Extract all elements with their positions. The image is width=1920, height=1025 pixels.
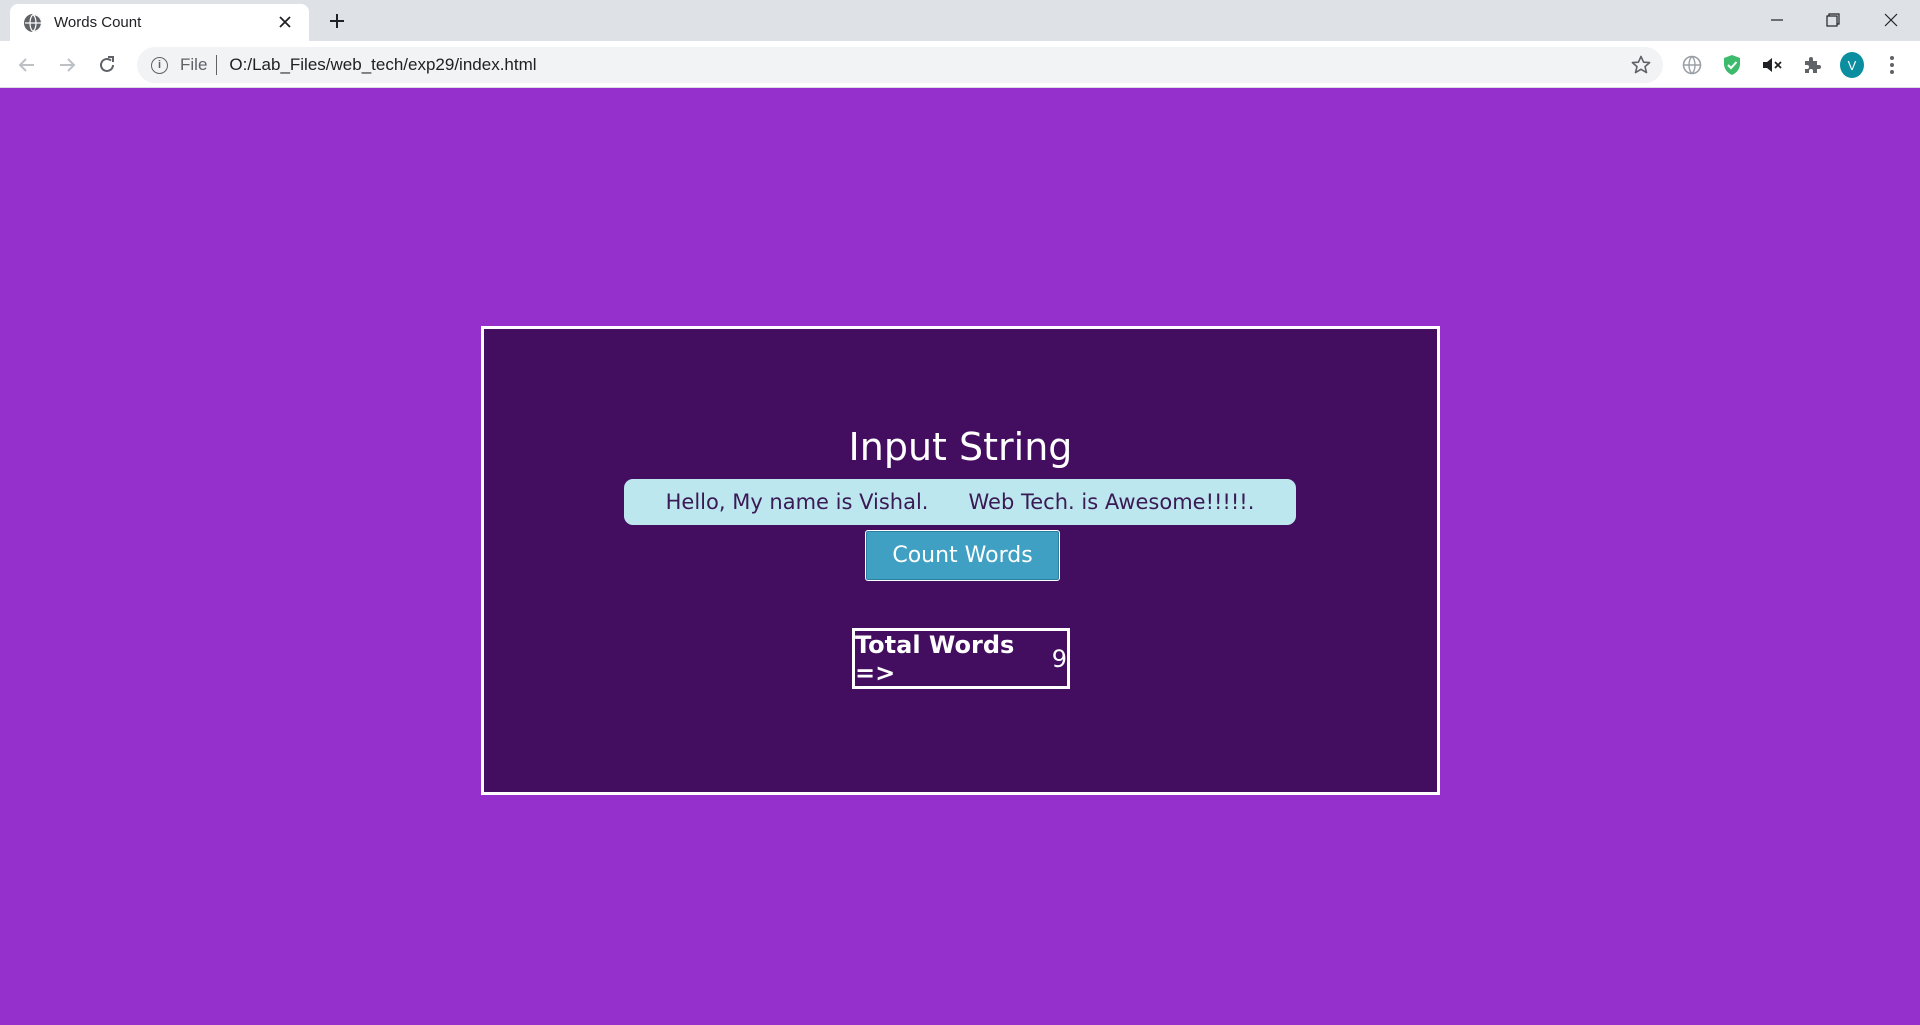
string-input[interactable] xyxy=(624,479,1296,525)
address-bar[interactable]: i File O:/Lab_Files/web_tech/exp29/index… xyxy=(137,47,1663,83)
tab-title: Words Count xyxy=(54,14,142,31)
back-icon[interactable] xyxy=(14,52,40,78)
forward-icon[interactable] xyxy=(54,52,80,78)
profile-avatar[interactable]: V xyxy=(1840,52,1864,78)
minimize-icon[interactable] xyxy=(1763,6,1791,34)
page-viewport: Input String Count Words Total Words => … xyxy=(0,89,1920,1025)
avatar: V xyxy=(1840,52,1864,78)
tab-words-count[interactable]: Words Count xyxy=(10,4,309,41)
scheme-label: File xyxy=(180,55,208,74)
close-window-icon[interactable] xyxy=(1877,6,1905,34)
browser-toolbar: i File O:/Lab_Files/web_tech/exp29/index… xyxy=(0,41,1920,88)
result-box: Total Words => 9 xyxy=(852,628,1070,689)
page-title: Input String xyxy=(848,425,1073,469)
url-text[interactable]: O:/Lab_Files/web_tech/exp29/index.html xyxy=(229,55,536,75)
result-value: 9 xyxy=(1051,644,1067,673)
word-count-card: Input String Count Words Total Words => … xyxy=(481,326,1440,795)
mute-icon[interactable] xyxy=(1760,53,1784,77)
globe-icon xyxy=(24,13,42,32)
result-label: Total Words => xyxy=(855,630,1015,687)
shield-check-icon[interactable] xyxy=(1720,53,1744,77)
new-tab-icon[interactable] xyxy=(325,9,349,33)
omnibox-divider xyxy=(216,55,218,75)
restore-icon[interactable] xyxy=(1819,6,1847,34)
extension-globe-icon[interactable] xyxy=(1680,53,1704,77)
tab-strip: Words Count xyxy=(0,0,1920,41)
close-tab-icon[interactable] xyxy=(275,12,295,32)
puzzle-icon[interactable] xyxy=(1800,53,1824,77)
info-icon[interactable]: i xyxy=(151,56,168,74)
reload-icon[interactable] xyxy=(94,52,120,78)
count-words-button[interactable]: Count Words xyxy=(865,530,1060,581)
star-icon[interactable] xyxy=(1629,53,1653,77)
kebab-menu-icon[interactable] xyxy=(1880,53,1904,77)
